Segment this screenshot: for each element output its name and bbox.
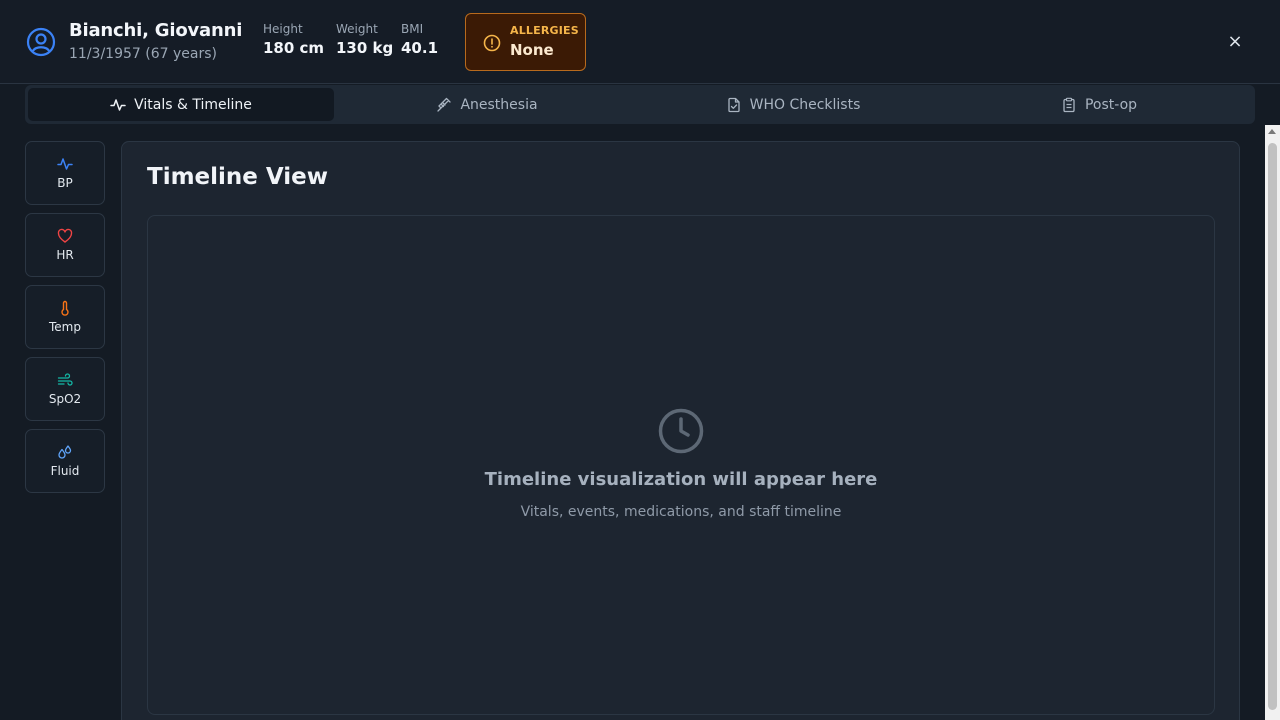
activity-icon — [110, 98, 126, 111]
sidebar-item-hr[interactable]: HR — [25, 213, 105, 277]
metric-label: Weight — [336, 22, 378, 36]
scrollbar[interactable] — [1265, 125, 1280, 720]
sidebar-item-label: HR — [56, 248, 74, 262]
scrollbar-thumb[interactable] — [1268, 143, 1277, 710]
empty-state-subtitle: Vitals, events, medications, and staff t… — [520, 504, 842, 520]
tab-anesthesia[interactable]: Anesthesia — [334, 88, 640, 121]
metric-bmi: BMI 40.1 — [401, 22, 438, 57]
patient-header: Bianchi, Giovanni 11/3/1957 (67 years) H… — [0, 0, 1280, 84]
tab-vitals-timeline[interactable]: Vitals & Timeline — [28, 88, 334, 121]
patient-dob: 11/3/1957 (67 years) — [69, 46, 217, 62]
heart-icon — [57, 228, 73, 243]
tab-post-op[interactable]: Post-op — [946, 88, 1252, 121]
allergies-label: ALLERGIES — [510, 24, 579, 37]
patient-name: Bianchi, Giovanni — [69, 20, 243, 41]
timeline-placeholder: Timeline visualization will appear here … — [147, 215, 1215, 715]
tab-bar: Vitals & Timeline Anesthesia WHO Checkli… — [25, 85, 1255, 124]
metric-label: Height — [263, 22, 303, 36]
tab-who-checklists[interactable]: WHO Checklists — [640, 88, 946, 121]
sidebar-item-label: Temp — [49, 320, 81, 334]
tab-label: Vitals & Timeline — [134, 96, 252, 113]
wind-icon — [57, 373, 73, 386]
timeline-panel: Timeline View Timeline visualization wil… — [121, 141, 1240, 720]
alert-circle-icon — [483, 34, 501, 52]
allergies-value: None — [510, 41, 554, 59]
sidebar-item-fluid[interactable]: Fluid — [25, 429, 105, 493]
sidebar-item-spo2[interactable]: SpO2 — [25, 357, 105, 421]
close-button[interactable]: × — [1226, 33, 1244, 51]
scroll-up-arrow-icon[interactable] — [1268, 129, 1276, 134]
page-title: Timeline View — [147, 164, 329, 190]
metric-value: 40.1 — [401, 39, 439, 57]
syringe-icon — [437, 97, 452, 112]
sidebar-item-label: Fluid — [50, 464, 80, 478]
sidebar-item-temp[interactable]: Temp — [25, 285, 105, 349]
user-circle-icon — [26, 27, 56, 57]
metric-value: 180 cm — [263, 39, 325, 57]
sidebar-item-label: BP — [57, 176, 73, 190]
empty-state-title: Timeline visualization will appear here — [484, 469, 878, 490]
allergies-badge: ALLERGIES None — [465, 13, 586, 71]
metric-value: 130 kg — [336, 39, 394, 57]
file-check-icon — [727, 97, 740, 112]
thermometer-icon — [61, 300, 69, 316]
clipboard-icon — [1063, 97, 1075, 112]
sidebar-item-label: SpO2 — [48, 392, 82, 406]
tab-label: Post-op — [1084, 96, 1138, 113]
sidebar-item-bp[interactable]: BP — [25, 141, 105, 205]
tab-label: WHO Checklists — [749, 96, 861, 113]
tab-label: Anesthesia — [460, 96, 538, 113]
metric-label: BMI — [401, 22, 424, 36]
metric-weight: Weight 130 kg — [336, 22, 393, 57]
activity-icon — [57, 158, 73, 170]
clock-icon — [658, 408, 704, 454]
droplets-icon — [58, 445, 72, 459]
metric-height: Height 180 cm — [263, 22, 324, 57]
